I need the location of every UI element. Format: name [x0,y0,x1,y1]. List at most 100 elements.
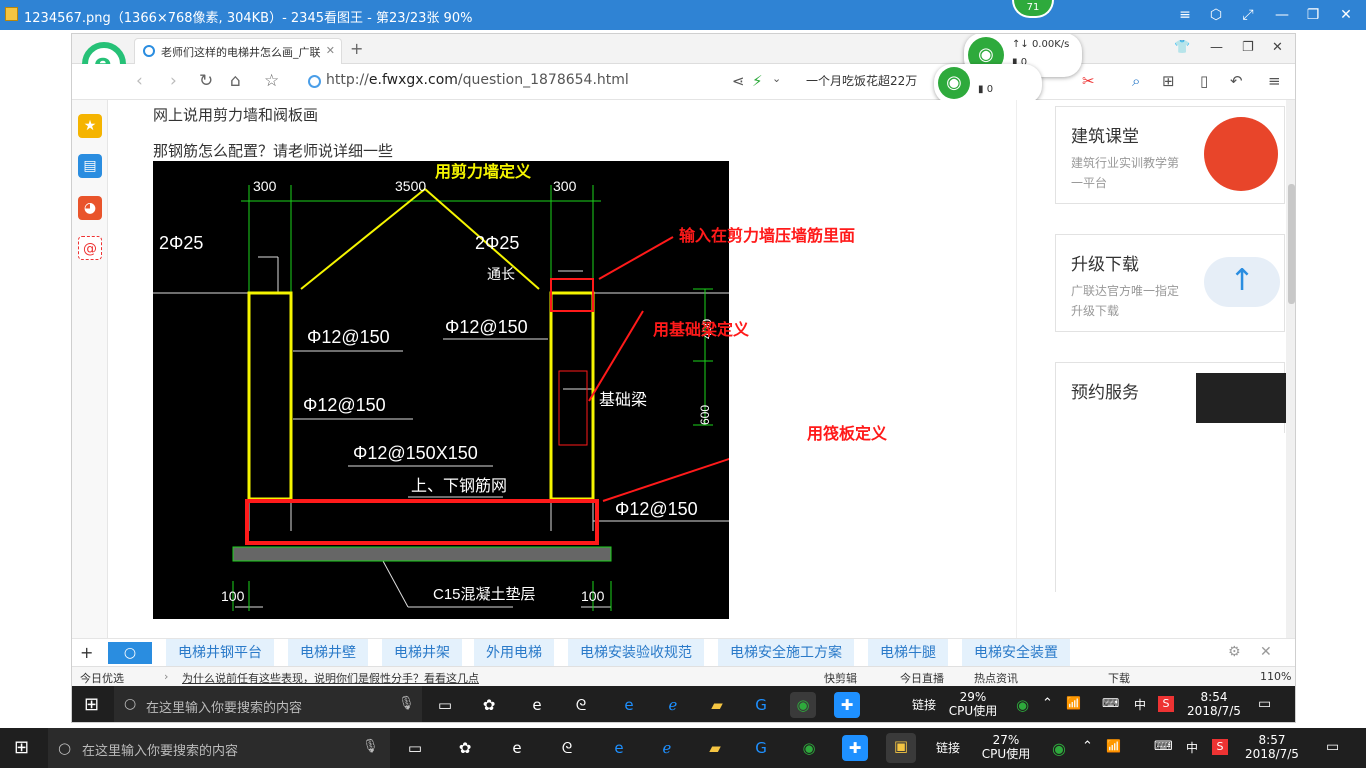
keyword-link[interactable]: 电梯井钢平台 [166,639,274,667]
tray-chevron-icon[interactable]: ⌃ [1042,696,1053,711]
card-appointment-service[interactable]: 预约服务 [1055,362,1286,593]
bookmark-star-icon[interactable]: ☆ [264,71,279,91]
ime-indicator[interactable]: 中 [1134,698,1146,712]
edge-icon[interactable]: e [606,735,632,761]
url-field[interactable]: http://e.fwxgx.com/question_1878654.html [326,72,629,88]
file-explorer-icon[interactable]: ▰ [702,735,728,761]
mail-icon[interactable]: @ [78,236,102,260]
file-explorer-icon[interactable]: ▰ [704,692,730,718]
clock[interactable]: 8:54 2018/7/5 [1184,690,1244,718]
browser-maximize-button[interactable]: ❐ [1242,40,1254,55]
keyword-link[interactable]: 电梯井壁 [288,639,368,667]
ime-indicator[interactable]: 中 [1186,741,1198,755]
fullscreen-icon[interactable]: ⤢ [1239,6,1257,24]
zoom-level[interactable]: 110% [1260,670,1291,683]
raft-outline [245,499,599,545]
start-icon[interactable]: ⊞ [84,694,99,715]
status-item[interactable]: 热点资讯 [974,670,1018,686]
lightning-icon[interactable]: ⚡ [752,72,763,90]
close-bar-icon[interactable]: ✕ [1260,644,1272,660]
image-viewer-taskbar-icon[interactable]: ▣ [886,733,916,763]
keyword-link[interactable]: 电梯牛腿 [868,639,948,667]
app-spiral-icon[interactable]: ᘓ [554,735,580,761]
apps-grid-icon[interactable]: ⊞ [1162,72,1175,90]
sogou-icon[interactable]: S [1212,739,1228,755]
mobile-icon[interactable]: ▯ [1200,72,1208,90]
status-item[interactable]: 下载 [1108,670,1130,686]
card-upgrade-download[interactable]: 升级下载 广联达官方唯一指定升级下载 ↑ [1055,234,1285,332]
task-view-icon[interactable]: ▭ [432,692,458,718]
keyword-link[interactable]: 电梯安全施工方案 [718,639,854,667]
keyword-link[interactable]: 电梯安装验收规范 [568,639,704,667]
refresh-icon[interactable]: ↻ [199,71,213,91]
browser-close-button[interactable]: ✕ [1272,40,1283,55]
app-g-icon[interactable]: G [748,735,774,761]
screenshot-scissors-icon[interactable]: ✂ [1082,72,1095,90]
browser-minimize-button[interactable]: — [1210,40,1223,55]
start-icon[interactable]: ⊞ [14,737,29,758]
favorites-star-icon[interactable]: ★ [78,114,102,138]
links-label[interactable]: 链接 [912,698,936,712]
keyword-link[interactable]: 电梯井架 [382,639,462,667]
dropdown-icon[interactable]: ⌄ [772,72,781,85]
undo-icon[interactable]: ↶ [1230,72,1243,90]
task-view-icon[interactable]: ▭ [402,735,428,761]
edge-icon[interactable]: e [616,692,642,718]
tab-close-icon[interactable]: ✕ [326,44,335,57]
status-item[interactable]: 快剪辑 [824,670,857,686]
home-icon[interactable]: ⌂ [230,71,241,91]
clock[interactable]: 8:57 2018/7/5 [1240,733,1304,761]
keyword-link[interactable]: 外用电梯 [474,639,554,667]
daily-picks[interactable]: 今日优选 [80,670,124,686]
skin-icon[interactable]: ⬡ [1207,6,1225,24]
app-plus-icon[interactable]: ✚ [834,692,860,718]
browser-menu-icon[interactable]: ≡ [1268,72,1281,90]
active-browser-icon[interactable]: ◉ [790,692,816,718]
search-logo-icon[interactable]: ○ [108,642,152,664]
app-icon[interactable]: ✿ [452,735,478,761]
keyword-link[interactable]: 电梯安全装置 [962,639,1070,667]
menu-icon[interactable]: ≡ [1176,6,1194,24]
browser-icon[interactable]: ◉ [796,735,822,761]
taskbar-search-box[interactable]: ○ 在这里输入你要搜索的内容 🎙 [48,728,390,768]
search-icon[interactable]: ⌕ [1132,72,1140,90]
app-spiral-icon[interactable]: ᘓ [568,692,594,718]
wifi-tray-icon[interactable]: ◉ [1016,696,1029,714]
ie-icon[interactable]: ℯ [654,735,680,761]
notification-icon[interactable]: ▭ [1258,696,1271,712]
maximize-button[interactable]: ❐ [1304,6,1322,24]
network-icon[interactable]: 📶 [1106,739,1121,753]
add-icon[interactable]: + [80,643,93,662]
forward-icon[interactable]: › [170,71,177,91]
minimize-button[interactable]: — [1273,6,1291,24]
news-headline-link[interactable]: 一个月吃饭花超22万 [806,72,917,89]
browser-tab[interactable]: 老师们这样的电梯井怎么画_广联 ✕ [134,38,342,64]
network-icon[interactable]: 📶 [1066,696,1081,710]
links-label[interactable]: 链接 [936,741,960,755]
notification-icon[interactable]: ▭ [1326,739,1339,755]
app-plus-icon[interactable]: ✚ [842,735,868,761]
status-item[interactable]: 今日直播 [900,670,944,686]
reader-icon[interactable]: ▤ [78,154,102,178]
wifi-tray-icon[interactable]: ◉ [1052,739,1066,758]
close-button[interactable]: ✕ [1337,6,1355,24]
skin-icon[interactable]: 👕 [1174,40,1190,55]
back-icon[interactable]: ‹ [136,71,143,91]
taskbar-search-box[interactable]: ○ 在这里输入你要搜索的内容 🎙 [114,686,422,722]
app-g-icon[interactable]: G [748,692,774,718]
tray-chevron-icon[interactable]: ⌃ [1082,739,1093,754]
new-tab-button[interactable]: + [350,39,363,58]
browser-e-icon[interactable]: e [504,735,530,761]
sogou-icon[interactable]: S [1158,696,1174,712]
browser-e-icon[interactable]: e [524,692,550,718]
share-icon[interactable]: ⋖ [732,72,745,90]
app-icon[interactable]: ✿ [476,692,502,718]
keyboard-icon[interactable]: ⌨ [1154,739,1173,754]
settings-icon[interactable]: ⚙ [1228,644,1241,660]
ie-icon[interactable]: ℯ [660,692,686,718]
keyboard-icon[interactable]: ⌨ [1102,696,1119,710]
weibo-icon[interactable]: ◕ [78,196,102,220]
scrollbar-thumb[interactable] [1288,184,1295,304]
card-architecture-class[interactable]: 建筑课堂 建筑行业实训教学第一平台 [1055,106,1285,204]
status-news-link[interactable]: 为什么说前任有这些表现，说明你们是假性分手？看看这几点 [182,670,479,686]
